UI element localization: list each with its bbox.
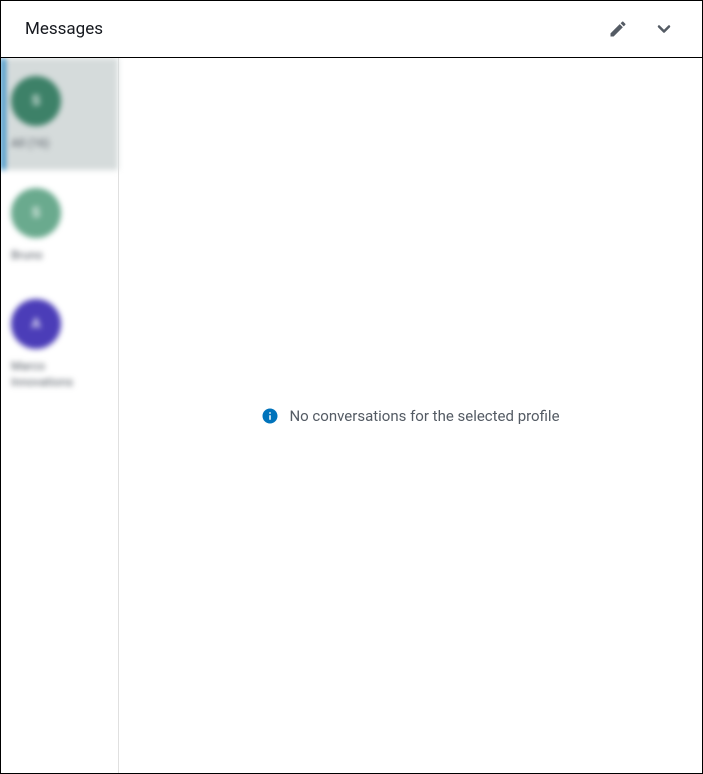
header-actions [604, 15, 678, 43]
avatar: S [11, 188, 61, 238]
chevron-down-icon [654, 19, 674, 39]
conversation-area: No conversations for the selected profil… [119, 58, 702, 773]
profile-item[interactable]: S All (16) [1, 58, 118, 170]
empty-message: No conversations for the selected profil… [289, 407, 559, 425]
compose-button[interactable] [604, 15, 632, 43]
info-icon [261, 407, 279, 425]
profile-label: All (16) [11, 136, 49, 152]
messages-header: Messages [1, 1, 702, 58]
empty-state: No conversations for the selected profil… [261, 407, 559, 425]
messages-body: S All (16) S Bruno A Marco Innovations [1, 58, 702, 773]
profile-item[interactable]: S Bruno [1, 170, 118, 282]
avatar: S [11, 76, 61, 126]
pencil-icon [608, 19, 628, 39]
profile-sidebar: S All (16) S Bruno A Marco Innovations [1, 58, 119, 773]
profile-label: Marco Innovations [11, 359, 101, 390]
avatar: A [11, 299, 61, 349]
avatar-letter: S [32, 205, 40, 221]
collapse-button[interactable] [650, 15, 678, 43]
avatar-letter: S [32, 93, 40, 109]
profile-item[interactable]: A Marco Innovations [1, 281, 118, 408]
messages-panel: Messages S All (16) [0, 0, 703, 774]
avatar-letter: A [31, 316, 40, 332]
page-title: Messages [25, 19, 103, 39]
profile-label: Bruno [11, 248, 43, 264]
